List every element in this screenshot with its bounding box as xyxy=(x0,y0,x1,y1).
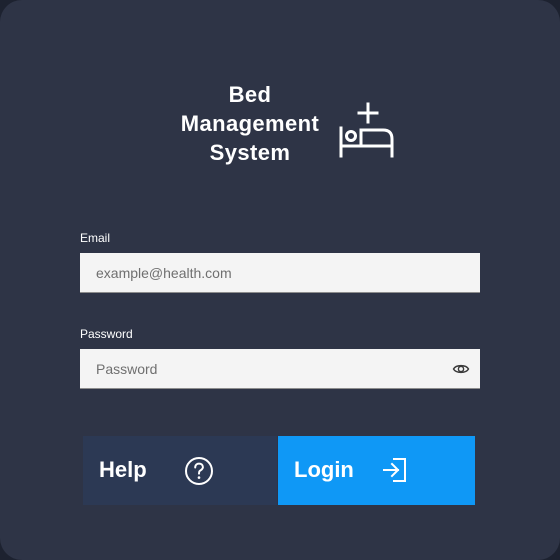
help-button[interactable]: Help xyxy=(83,436,277,505)
email-input[interactable] xyxy=(80,253,480,292)
password-label: Password xyxy=(80,327,133,341)
help-circle-icon xyxy=(185,457,213,485)
login-arrow-icon xyxy=(383,458,406,482)
app-title-line-3: System xyxy=(209,140,291,165)
brand-header: Bed Management System xyxy=(160,78,420,168)
email-field-container xyxy=(80,253,480,293)
app-title-line-1: Bed xyxy=(228,82,272,107)
email-label: Email xyxy=(80,231,111,245)
app-title: Bed Management System xyxy=(170,80,330,167)
eye-icon[interactable] xyxy=(452,360,470,378)
password-field-container xyxy=(80,349,480,389)
login-button[interactable]: Login xyxy=(278,436,475,505)
help-button-label: Help xyxy=(99,457,147,482)
bed-plus-icon xyxy=(339,102,394,158)
password-input[interactable] xyxy=(80,349,480,388)
login-button-label: Login xyxy=(294,457,354,482)
login-card: Bed Management System Email Password xyxy=(0,0,560,560)
app-title-line-2: Management xyxy=(180,111,320,136)
